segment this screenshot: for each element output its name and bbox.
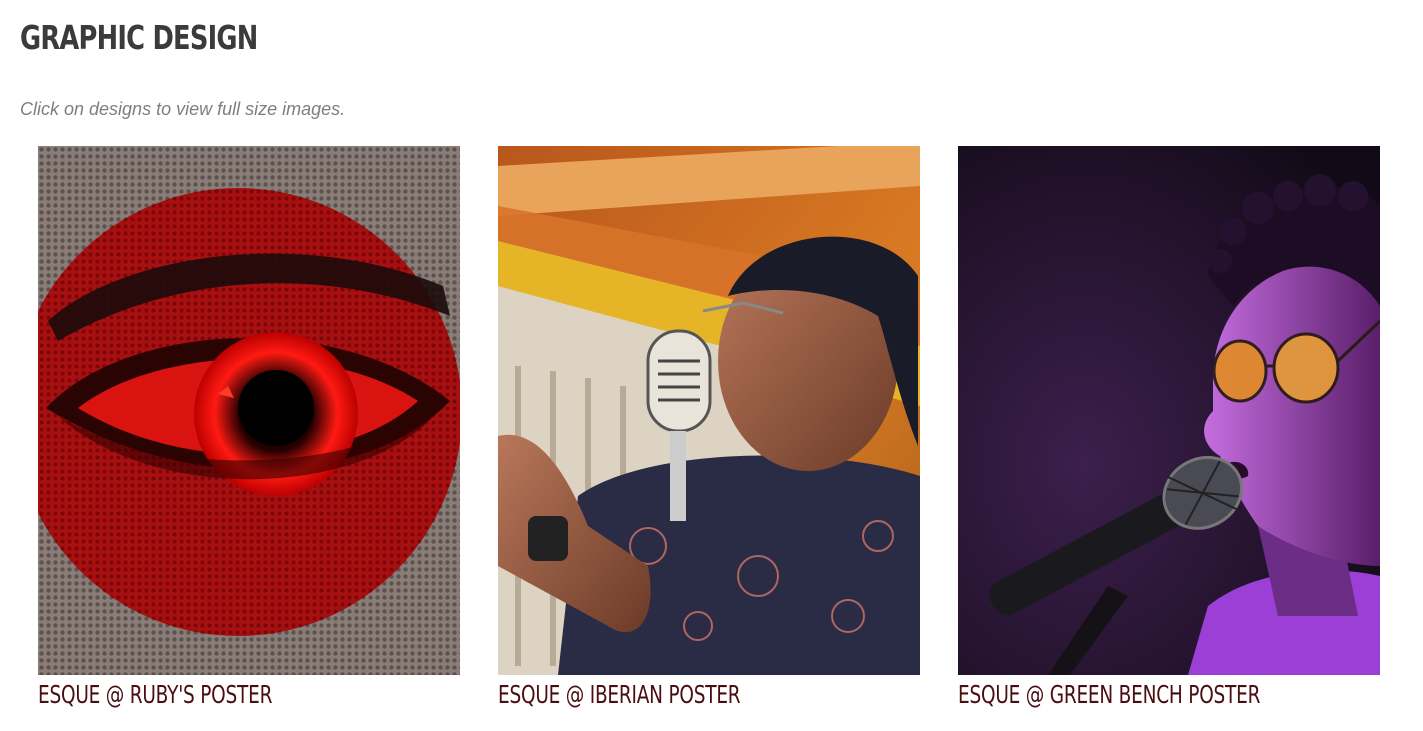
page-title: GRAPHIC DESIGN [20,18,258,57]
design-gallery: ESQUE @ RUBY'S POSTER ESQUE @ IBERIAN PO… [38,146,1380,726]
green-bench-poster-image[interactable] [958,146,1380,675]
rubys-poster-caption[interactable]: ESQUE @ RUBY'S POSTER [38,680,272,710]
iberian-poster-image[interactable] [498,146,920,675]
gallery-item-iberian-poster[interactable]: ESQUE @ IBERIAN POSTER [498,146,920,726]
gallery-item-green-bench-poster[interactable]: ESQUE @ GREEN BENCH POSTER [958,146,1380,726]
rubys-poster-image[interactable] [38,146,460,675]
gallery-item-rubys-poster[interactable]: ESQUE @ RUBY'S POSTER [38,146,460,726]
green-bench-poster-caption[interactable]: ESQUE @ GREEN BENCH POSTER [958,680,1260,710]
iberian-poster-caption[interactable]: ESQUE @ IBERIAN POSTER [498,680,741,710]
page-subtitle: Click on designs to view full size image… [20,99,346,119]
page: GRAPHIC DESIGN Click on designs to view … [0,0,1423,731]
